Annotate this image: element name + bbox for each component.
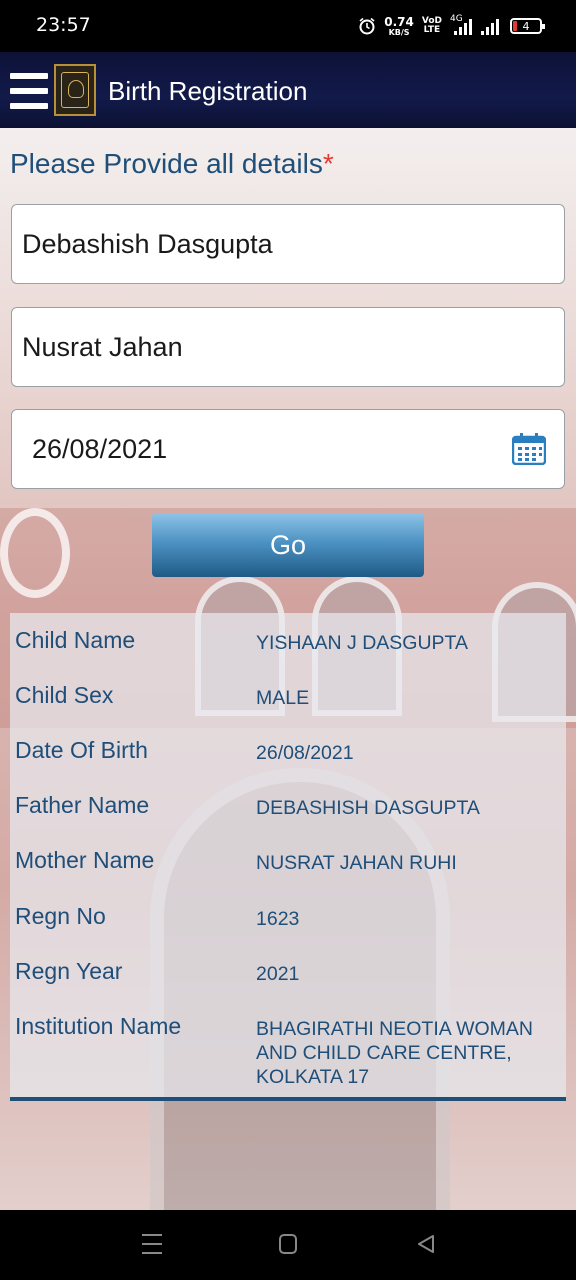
detail-label: Child Name (15, 627, 136, 653)
detail-value: 2021 (256, 963, 300, 985)
detail-label: Mother Name (15, 847, 155, 873)
detail-value: 1623 (256, 908, 300, 930)
detail-value: NUSRAT JAHAN RUHI (256, 852, 457, 874)
detail-label: Regn Year (15, 958, 123, 984)
recent-line (142, 1243, 162, 1245)
speed-value: 0.74 (384, 14, 414, 29)
signal-bars-icon (454, 19, 472, 35)
battery-fill (513, 21, 517, 31)
date-of-birth-value: 26/08/2021 (32, 434, 168, 464)
hamburger-line (10, 103, 48, 109)
back-icon[interactable] (416, 1234, 436, 1254)
recent-apps-icon[interactable] (142, 1234, 162, 1254)
network-speed: 0.74 KB/S (384, 16, 414, 37)
detail-value: YISHAAN J DASGUPTA (256, 632, 469, 654)
volte-bottom: LTE (423, 25, 441, 35)
detail-value: BHAGIRATHI NEOTIA WOMAN AND CHILD CARE C… (256, 1018, 533, 1088)
father-name-input[interactable]: Debashish Dasgupta (11, 204, 565, 284)
mother-name-input[interactable]: Nusrat Jahan (11, 307, 565, 387)
detail-label: Regn No (15, 903, 106, 929)
hamburger-line (10, 88, 48, 94)
status-bar: 23:57 0.74 KB/S VoD LTE 4G 4 (0, 0, 576, 52)
page-title: Birth Registration (108, 76, 308, 106)
form-heading: Please Provide all details* (10, 148, 334, 180)
signal-4g: 4G (450, 14, 472, 36)
detail-value: DEBASHISH DASGUPTA (256, 797, 480, 819)
corporation-logo (54, 64, 96, 116)
hamburger-icon (10, 73, 48, 79)
date-of-birth-input[interactable]: 26/08/2021 (11, 409, 565, 489)
battery-icon: 4 (510, 18, 545, 34)
detail-label: Father Name (15, 792, 150, 818)
detail-label: Child Sex (15, 682, 114, 708)
detail-value: 26/08/2021 (256, 742, 354, 764)
system-nav-bar (0, 1210, 576, 1280)
details-panel: Child Name YISHAAN J DASGUPTA Child Sex … (10, 613, 566, 1101)
home-icon[interactable] (279, 1234, 297, 1254)
recent-line (142, 1252, 162, 1254)
calendar-icon[interactable] (512, 433, 546, 465)
speed-unit: KB/S (388, 27, 410, 37)
go-button[interactable]: Go (152, 513, 424, 577)
required-mark: * (322, 148, 334, 179)
signal-bars-2-icon (481, 19, 499, 35)
detail-label: Date Of Birth (15, 737, 148, 763)
volte-indicator: VoD LTE (422, 17, 442, 35)
building-round-window (0, 508, 70, 598)
status-icons: 0.74 KB/S VoD LTE 4G 4 (358, 13, 545, 39)
app-bar: Birth Registration (0, 52, 576, 128)
menu-button[interactable] (10, 72, 48, 110)
form-heading-text: Please Provide all details (10, 148, 323, 179)
logo-emblem (61, 72, 89, 108)
status-time: 23:57 (36, 14, 91, 36)
detail-value: MALE (256, 687, 310, 709)
battery-level: 4 (522, 19, 530, 33)
recent-line (142, 1234, 162, 1236)
alarm-icon (359, 17, 375, 35)
detail-label: Institution Name (15, 1013, 182, 1039)
